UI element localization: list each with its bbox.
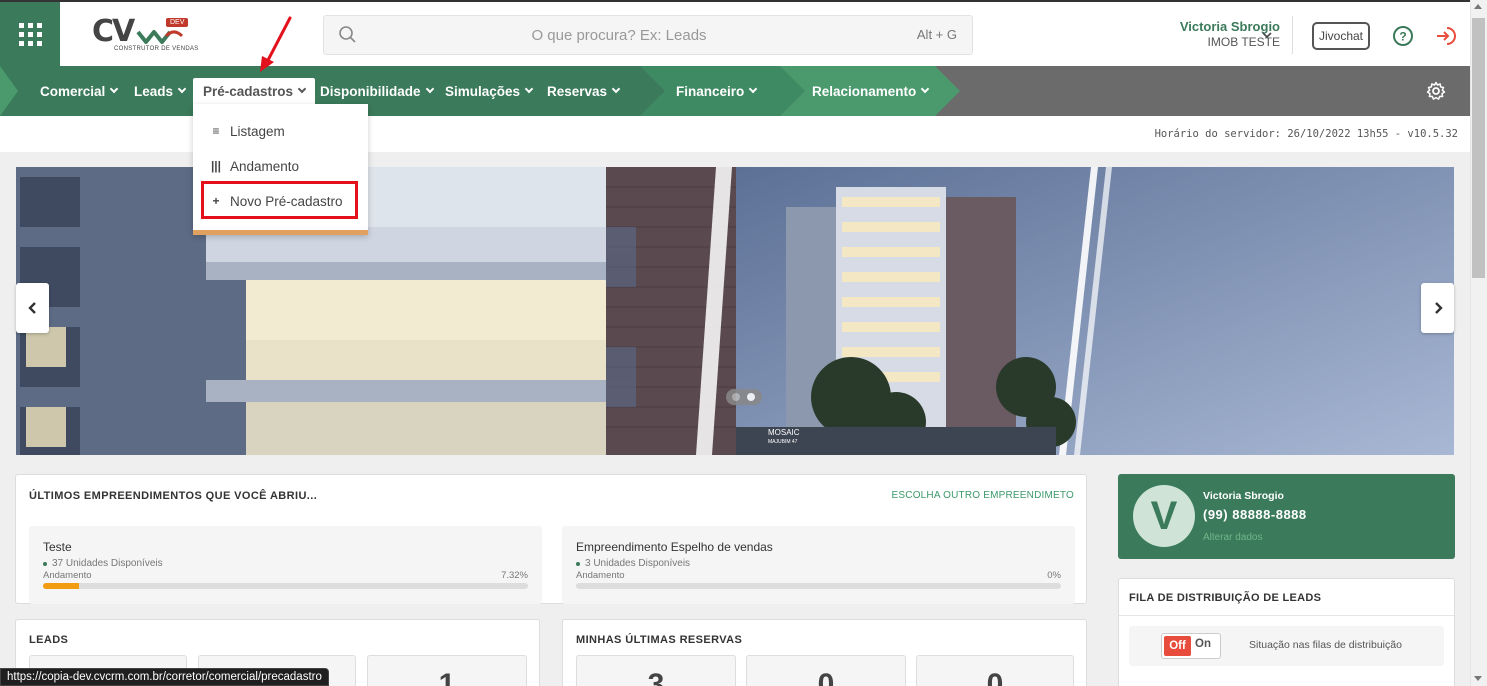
- empreendimento-progress-value: 7.32%: [501, 570, 528, 581]
- empreendimentos-title: ÚLTIMOS EMPREENDIMENTOS QUE VOCÊ ABRIU..…: [29, 490, 318, 502]
- profile-phone: (99) 88888-8888: [1203, 507, 1307, 522]
- empreendimento-name: Empreendimento Espelho de vendas: [576, 540, 773, 554]
- list-icon: ≡: [212, 124, 220, 138]
- empreendimento-progress-label: Andamento: [576, 570, 625, 581]
- scroll-up-icon[interactable]: [1474, 4, 1482, 9]
- logo-subtitle: CONSTRUTOR DE VENDAS: [114, 46, 199, 52]
- chevron-down-icon: [110, 84, 119, 94]
- leads-title: LEADS: [29, 634, 69, 646]
- divider: [1119, 615, 1454, 616]
- nav-item-simulacoes[interactable]: Simulações: [445, 80, 534, 102]
- top-header: CV DEV CONSTRUTOR DE VENDAS Alt + G Vict…: [0, 0, 1470, 66]
- carousel-next-button[interactable]: [1421, 283, 1454, 333]
- profile-card: V Victoria Sbrogio (99) 88888-8888 Alter…: [1118, 474, 1455, 559]
- leads-stat[interactable]: 1: [367, 655, 527, 686]
- reservas-stat[interactable]: 0: [746, 655, 906, 686]
- reservas-title: MINHAS ÚLTIMAS RESERVAS: [576, 634, 743, 646]
- avatar: V: [1133, 485, 1195, 547]
- chevron-down-icon: [749, 84, 758, 94]
- logo-text: CV: [92, 14, 135, 49]
- scrollbar-thumb[interactable]: [1472, 18, 1485, 278]
- nav-item-relacionamento[interactable]: Relacionamento: [812, 80, 930, 102]
- chevron-left-icon: [27, 302, 36, 314]
- nav-item-financeiro[interactable]: Financeiro: [676, 80, 758, 102]
- user-org: IMOB TESTE: [1207, 35, 1280, 49]
- profile-name: Victoria Sbrogio: [1203, 490, 1284, 502]
- jivochat-button[interactable]: Jivochat: [1312, 22, 1370, 50]
- header-divider: [1292, 16, 1293, 54]
- choose-empreendimento-link[interactable]: ESCOLHA OUTRO EMPREENDIMETO: [892, 490, 1074, 501]
- empreendimento-name: Teste: [43, 540, 72, 554]
- fila-toggle[interactable]: Off On: [1161, 633, 1221, 659]
- chevron-right-icon: [1434, 302, 1443, 314]
- search-shortcut: Alt + G: [916, 27, 957, 42]
- fila-title: FILA DE DISTRIBUIÇÃO DE LEADS: [1129, 592, 1322, 604]
- carousel-dot-active[interactable]: [747, 393, 755, 401]
- toggle-off-label: Off: [1164, 636, 1191, 656]
- user-name: Victoria Sbrogio: [1179, 19, 1280, 34]
- help-icon[interactable]: ?: [1392, 25, 1414, 47]
- empreendimento-progress-value: 0%: [1047, 570, 1061, 581]
- empreendimento-progress-label: Andamento: [43, 570, 92, 581]
- dropdown-item-listagem[interactable]: ≡ Listagem: [193, 116, 368, 146]
- status-bar-url: https://copia-dev.cvcrm.com.br/corretor/…: [0, 668, 329, 686]
- chevron-down-icon[interactable]: [1261, 29, 1273, 41]
- fila-distribuicao-card: FILA DE DISTRIBUIÇÃO DE LEADS Off On Sit…: [1118, 578, 1455, 686]
- fila-status-box: Off On Situação nas filas de distribuiçã…: [1129, 626, 1444, 666]
- gear-icon[interactable]: [1426, 81, 1446, 101]
- empreendimento-item[interactable]: Teste 37 Unidades Disponíveis Andamento …: [29, 526, 542, 604]
- grid-menu-icon: [18, 22, 42, 46]
- nav-item-leads[interactable]: Leads: [134, 80, 187, 102]
- scroll-down-icon[interactable]: [1474, 676, 1482, 681]
- search-icon: [339, 26, 356, 43]
- carousel-dots: [726, 389, 762, 405]
- svg-text:?: ?: [1399, 30, 1406, 44]
- grid-menu-button[interactable]: [0, 2, 60, 66]
- chevron-down-icon: [425, 84, 434, 94]
- search-box[interactable]: Alt + G: [323, 15, 973, 55]
- highlight-box: [201, 181, 358, 219]
- search-input[interactable]: [374, 16, 864, 54]
- server-time: Horário do servidor: 26/10/2022 13h55 - …: [1154, 128, 1458, 140]
- dropdown-item-andamento[interactable]: ||| Andamento: [193, 151, 368, 181]
- logo[interactable]: CV DEV CONSTRUTOR DE VENDAS: [92, 12, 198, 58]
- carousel-prev-button[interactable]: [16, 283, 49, 333]
- chevron-down-icon: [921, 84, 930, 94]
- chevron-down-icon: [177, 84, 187, 94]
- logo-badge: DEV: [166, 18, 189, 27]
- empreendimento-units: 3 Unidades Disponíveis: [576, 558, 690, 569]
- red-arrow-annotation: [260, 16, 292, 72]
- nav-item-reservas[interactable]: Reservas: [547, 80, 621, 102]
- empreendimento-item[interactable]: Empreendimento Espelho de vendas 3 Unida…: [562, 526, 1075, 604]
- nav-item-pre-cadastros[interactable]: Pré-cadastros: [193, 78, 316, 104]
- toggle-on-label: On: [1195, 638, 1211, 650]
- reservas-stat[interactable]: 3: [576, 655, 736, 686]
- progress-bar: [576, 583, 1061, 589]
- banner-building-sublabel: MAJUBIM 47: [768, 439, 798, 445]
- reservas-stat[interactable]: 0: [916, 655, 1074, 686]
- progress-bar: [43, 583, 528, 589]
- chevron-down-icon: [297, 84, 307, 94]
- carousel-dot[interactable]: [732, 393, 740, 401]
- progress-bar-fill: [43, 583, 79, 589]
- chevron-down-icon: [611, 84, 621, 94]
- user-menu[interactable]: Victoria Sbrogio IMOB TESTE: [1100, 19, 1280, 49]
- columns-icon: |||: [210, 159, 222, 173]
- edit-profile-link[interactable]: Alterar dados: [1203, 532, 1262, 543]
- nav-item-comercial[interactable]: Comercial: [40, 80, 119, 102]
- empreendimento-units: 37 Unidades Disponíveis: [43, 558, 163, 569]
- empreendimentos-card: ÚLTIMOS EMPREENDIMENTOS QUE VOCÊ ABRIU..…: [15, 474, 1087, 604]
- banner-building-label: MOSAIC: [768, 428, 800, 437]
- logo-wave-icon: [136, 30, 184, 44]
- chevron-down-icon: [524, 84, 534, 94]
- fila-status-text: Situação nas filas de distribuição: [1249, 639, 1402, 651]
- nav-item-disponibilidade[interactable]: Disponibilidade: [320, 80, 434, 102]
- reservas-card: MINHAS ÚLTIMAS RESERVAS 3 0 0: [562, 619, 1087, 686]
- logout-icon[interactable]: [1433, 24, 1457, 48]
